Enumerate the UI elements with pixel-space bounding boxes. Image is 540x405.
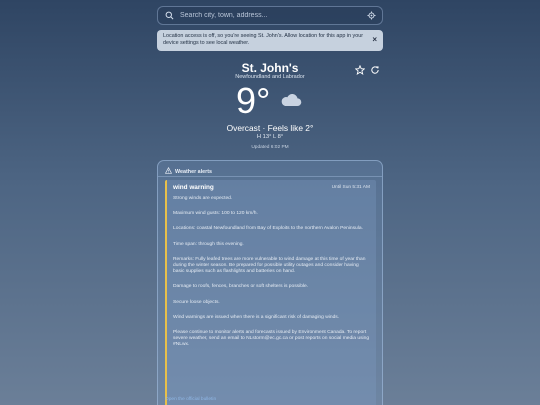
alerts-header-label: Weather alerts [175,168,213,175]
alert-paragraph: Remarks: Fully leafed trees are more vul… [173,256,366,275]
warning-icon [164,166,173,176]
alert-card: wind warning Until Sun 5:31 AM Strong wi… [165,180,376,405]
condition-text: Overcast · Feels like 2° [226,123,314,133]
star-icon[interactable] [354,62,366,75]
high-low: H 13° L 8° [256,134,284,140]
search-input[interactable] [180,12,366,19]
divider [158,176,382,177]
search-bar[interactable] [157,6,383,25]
alert-paragraph: Strong winds are expected. [173,196,233,201]
current-temperature: 9° [236,80,271,121]
locate-icon[interactable] [366,11,376,21]
alert-until: Until Sun 5:31 AM [331,185,370,190]
alert-body: Strong winds are expected. Maximum wind … [173,196,370,349]
location-notice: Location access is off, so you're seeing… [157,30,383,51]
cloud-icon [280,92,302,108]
alert-paragraph: Time span: through this evening. [173,241,244,247]
alerts-header: Weather alerts [164,166,213,176]
search-icon [164,11,174,21]
city-name: St. John's [241,61,299,75]
alert-paragraph: Wind warnings are issued when there is a… [173,314,340,320]
alert-paragraph: Damage to roofs, fences, branches or sof… [173,284,309,290]
alert-paragraph: Maximum wind gusts: 100 to 120 km/h. [173,211,258,217]
region-name: Newfoundland and Labrador [235,74,305,80]
alert-paragraph: Secure loose objects. [173,299,220,305]
refresh-icon[interactable] [370,62,380,74]
official-bulletin-link[interactable]: Open the official bulletin [165,397,216,402]
close-icon[interactable]: × [372,36,377,44]
notice-text: Location access is off, so you're seeing… [163,33,364,46]
alert-paragraph: Locations: coastal Newfoundland from Bay… [173,226,363,232]
alert-paragraph: Please continue to monitor alerts and fo… [173,330,370,348]
weather-alerts-panel: Weather alerts wind warning Until Sun 5:… [157,160,383,405]
updated-time: Updated 6:02 PM [251,145,289,150]
